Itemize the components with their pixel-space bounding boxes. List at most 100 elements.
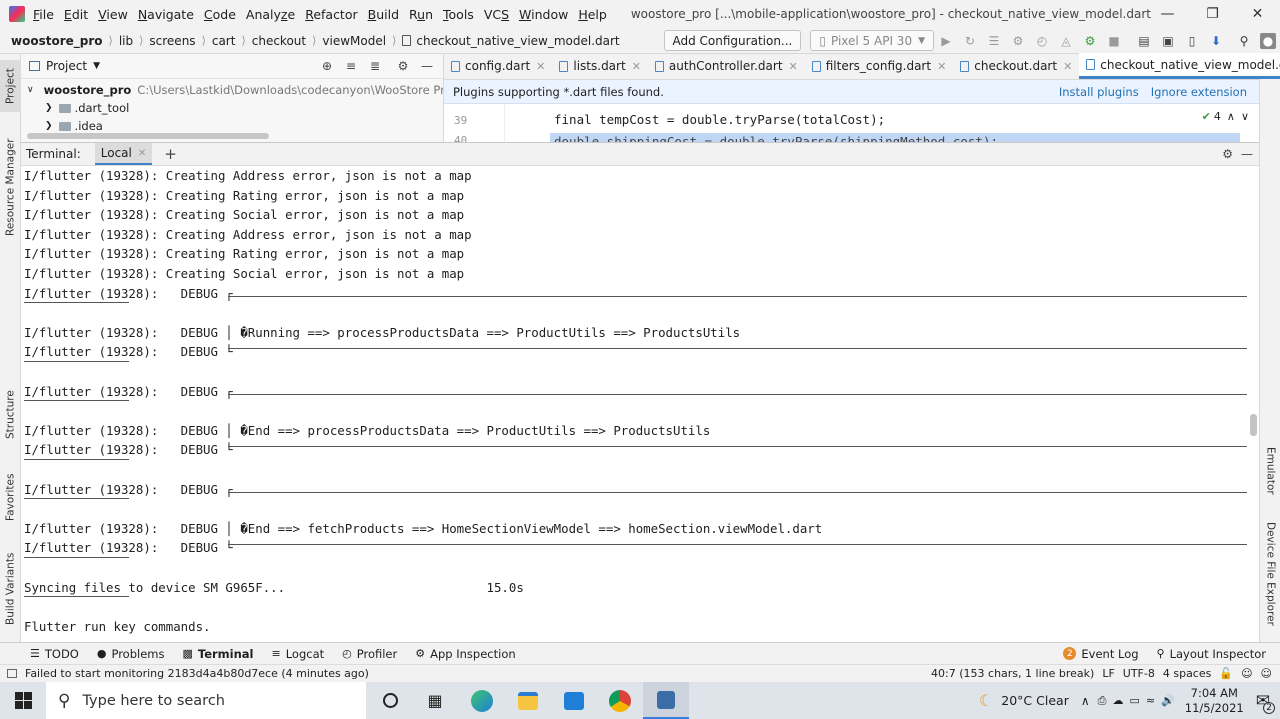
menu-code[interactable]: Code <box>204 7 236 22</box>
ignore-extension-link[interactable]: Ignore extension <box>1151 85 1247 99</box>
breadcrumb-viewmodel[interactable]: viewModel <box>322 34 386 48</box>
indent-setting[interactable]: 4 spaces <box>1163 667 1212 680</box>
menu-help[interactable]: Help <box>578 7 607 22</box>
menu-build[interactable]: Build <box>368 7 399 22</box>
todo-tab[interactable]: ☰ TODO <box>30 647 79 661</box>
breadcrumb-cart[interactable]: cart <box>212 34 236 48</box>
chrome-icon[interactable] <box>597 682 643 719</box>
project-tool-tab[interactable]: Project <box>0 60 21 112</box>
menu-analyze[interactable]: Analyze <box>246 7 295 22</box>
tab-checkout-dart[interactable]: checkout.dart ✕ <box>953 53 1079 79</box>
line-separator[interactable]: LF <box>1102 667 1114 680</box>
code-editor[interactable]: 39 40 final tempCost = double.tryParse(t… <box>444 104 1259 142</box>
add-configuration-button[interactable]: Add Configuration... <box>663 30 802 51</box>
tab-config-dart[interactable]: config.dart ✕ <box>444 53 552 79</box>
locate-file-icon[interactable]: ⊕ <box>319 58 335 74</box>
stop-icon[interactable]: ■ <box>1106 33 1122 49</box>
caret-position[interactable]: 40:7 (153 chars, 1 line break) <box>931 667 1094 680</box>
menu-file[interactable]: File <box>33 7 54 22</box>
device-selector[interactable]: ▯ Pixel 5 API 30 ▼ <box>810 30 934 51</box>
logcat-tab[interactable]: ≡ Logcat <box>272 647 325 661</box>
notifications-icon[interactable]: ☺ <box>1261 667 1272 680</box>
horizontal-scrollbar[interactable] <box>27 133 269 139</box>
task-view-icon[interactable]: ▦ <box>412 682 458 719</box>
debug-icon[interactable]: ⚙ <box>1010 33 1026 49</box>
menu-vcs[interactable]: VCS <box>484 7 509 22</box>
project-structure-icon[interactable]: ▤ <box>1136 33 1152 49</box>
menu-window[interactable]: Window <box>519 7 568 22</box>
hide-panel-icon[interactable]: — <box>419 58 435 74</box>
lock-icon[interactable]: 🔓 <box>1219 667 1233 680</box>
cortana-icon[interactable] <box>367 682 413 719</box>
settings-gear-icon[interactable]: ⚙ <box>395 58 411 74</box>
chevron-down-icon[interactable]: ▼ <box>93 61 100 71</box>
apply-changes-icon[interactable]: ⚙ <box>1082 33 1098 49</box>
edge-browser-icon[interactable] <box>459 682 505 719</box>
project-view-selector[interactable]: Project <box>46 59 87 73</box>
resource-manager-tab[interactable]: Resource Manager <box>0 132 21 242</box>
chevron-down-icon[interactable]: ∨ <box>1241 110 1249 123</box>
menu-run[interactable]: Run <box>409 7 433 22</box>
minimize-button[interactable]: — <box>1145 0 1190 28</box>
windows-start-button[interactable] <box>0 682 46 719</box>
settings-gear-icon[interactable]: ⚙ <box>1222 147 1233 161</box>
breadcrumb-checkout[interactable]: checkout <box>252 34 306 48</box>
usb-icon[interactable]: ⎙ <box>1098 694 1107 708</box>
favorites-tab[interactable]: Favorites <box>0 464 21 530</box>
menu-navigate[interactable]: Navigate <box>138 7 194 22</box>
breadcrumb-project[interactable]: woostore_pro <box>11 34 103 48</box>
vertical-scrollbar[interactable] <box>1250 414 1257 436</box>
menu-view[interactable]: View <box>98 7 128 22</box>
terminal-output[interactable]: I/flutter (19328): Creating Address erro… <box>21 166 1259 642</box>
chevron-up-icon[interactable]: ∧ <box>1081 694 1090 708</box>
breadcrumb-file[interactable]: checkout_native_view_model.dart <box>416 34 619 48</box>
close-tab-icon[interactable]: ✕ <box>632 60 641 73</box>
close-tab-icon[interactable]: ✕ <box>536 60 545 73</box>
terminal-tab[interactable]: ▩ Terminal <box>182 647 253 661</box>
close-tab-icon[interactable]: ✕ <box>1063 60 1072 73</box>
event-log-tab[interactable]: 2 Event Log <box>1063 647 1139 661</box>
attach-debugger-icon[interactable]: ◬ <box>1058 33 1074 49</box>
install-plugins-link[interactable]: Install plugins <box>1059 85 1139 99</box>
menu-tools[interactable]: Tools <box>443 7 474 22</box>
avd-manager-icon[interactable]: ▯ <box>1184 33 1200 49</box>
weather-text[interactable]: 20°C Clear <box>1001 693 1069 708</box>
tab-lists-dart[interactable]: lists.dart ✕ <box>552 53 648 79</box>
breadcrumb-screens[interactable]: screens <box>149 34 195 48</box>
close-tab-icon[interactable]: ✕ <box>138 148 146 159</box>
emulator-tab[interactable]: Emulator <box>1260 436 1280 506</box>
clock[interactable]: 7:04 AM 11/5/2021 <box>1185 686 1244 716</box>
app-inspection-tab[interactable]: ⚙ App Inspection <box>415 647 515 661</box>
notification-center-icon[interactable]: ✉ 2 <box>1256 691 1275 714</box>
add-terminal-icon[interactable]: + <box>164 145 177 163</box>
inspection-widget[interactable]: ✔ 4 ∧ ∨ <box>1202 110 1249 123</box>
profile-icon[interactable]: ◴ <box>1034 33 1050 49</box>
build-variants-tab[interactable]: Build Variants <box>0 546 21 632</box>
breadcrumb-lib[interactable]: lib <box>119 34 133 48</box>
onedrive-icon[interactable]: ☁ <box>1112 694 1123 707</box>
wifi-icon[interactable]: ≈ <box>1146 694 1155 707</box>
chevron-up-icon[interactable]: ∧ <box>1227 110 1235 123</box>
coverage-icon[interactable]: ☰ <box>986 33 1002 49</box>
collapse-all-icon[interactable]: ≣ <box>367 58 383 74</box>
close-button[interactable]: ✕ <box>1235 0 1280 28</box>
sdk-manager-icon[interactable]: ⬇ <box>1208 33 1224 49</box>
menu-refactor[interactable]: Refactor <box>305 7 357 22</box>
maximize-button[interactable]: ❐ <box>1190 0 1235 28</box>
battery-icon[interactable]: ▭ <box>1129 694 1139 707</box>
layout-inspector-tab[interactable]: ⚲ Layout Inspector <box>1157 647 1266 661</box>
weather-icon[interactable]: ☾ <box>979 691 993 710</box>
terminal-tab-local[interactable]: Local ✕ <box>94 143 153 165</box>
file-explorer-icon[interactable] <box>505 682 551 719</box>
menu-edit[interactable]: Edit <box>64 7 88 22</box>
tree-root[interactable]: ∨ woostore_pro C:\Users\Lastkid\Download… <box>21 81 443 99</box>
search-icon[interactable]: ⚲ <box>1236 33 1252 49</box>
expand-all-icon[interactable]: ≡ <box>343 58 359 74</box>
profiler-tab[interactable]: ◴ Profiler <box>342 647 397 661</box>
problems-tab[interactable]: ● Problems <box>97 647 165 661</box>
volume-icon[interactable]: 🔊 <box>1161 694 1175 707</box>
hide-panel-icon[interactable]: — <box>1241 147 1253 161</box>
rerun-icon[interactable]: ↻ <box>962 33 978 49</box>
close-tab-icon[interactable]: ✕ <box>789 60 798 73</box>
file-encoding[interactable]: UTF-8 <box>1123 667 1155 680</box>
